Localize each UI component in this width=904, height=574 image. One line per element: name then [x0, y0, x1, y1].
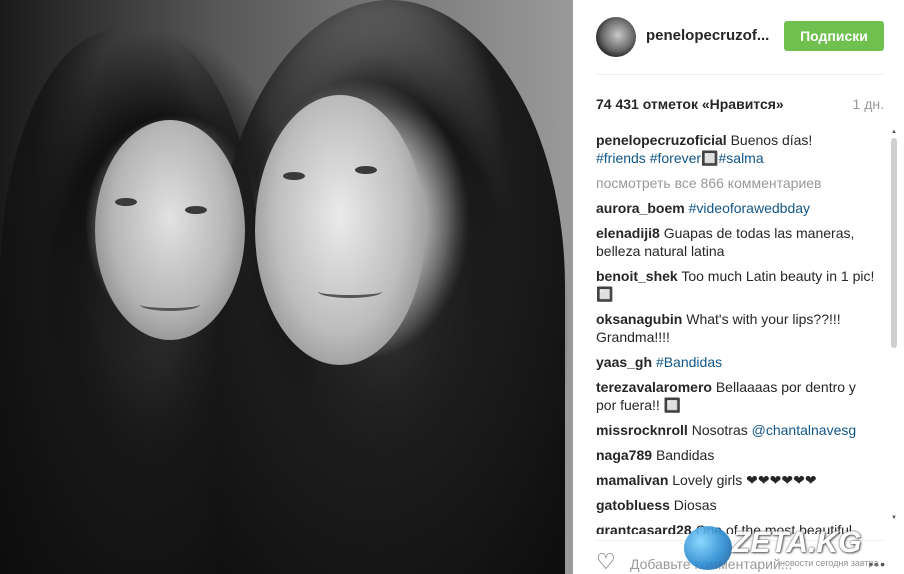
comment-item: aurora_boem #videoforawedbday	[596, 199, 876, 217]
photo-mouth	[318, 285, 382, 298]
divider	[596, 74, 884, 75]
photo-eye	[185, 206, 207, 214]
comment-item: mamalivan Lovely girls ❤❤❤❤❤❤	[596, 471, 876, 489]
comment-tag-link[interactable]: #videoforawedbday	[689, 200, 810, 216]
photo-face-right	[255, 95, 425, 365]
scroll-up-icon[interactable]: ▲	[890, 128, 898, 136]
likes-row: 74 431 отметок «Нравится» 1 дн.	[596, 96, 884, 112]
view-all-comments-link[interactable]: посмотреть все 866 комментариев	[596, 174, 876, 192]
watermark-logo: ZETA.KG новости сегодня завтра	[684, 522, 904, 574]
comment-username[interactable]: gatobluess	[596, 497, 670, 513]
scrollbar-thumb[interactable]	[891, 138, 897, 348]
comment-item: benoit_shek Too much Latin beauty in 1 p…	[596, 267, 876, 303]
comments-scrollbar[interactable]: ▲ ▼	[890, 128, 898, 528]
comment-item: oksanagubin What's with your lips??!!! G…	[596, 310, 876, 346]
watermark-sub: новости сегодня завтра	[780, 558, 879, 568]
hashtag-link[interactable]: #salma	[719, 150, 764, 166]
globe-icon	[684, 526, 732, 570]
heart-icon[interactable]: ♡	[596, 551, 620, 573]
missing-glyph: 🔲	[596, 286, 614, 302]
comment-text: Bandidas	[655, 447, 715, 463]
follow-button[interactable]: Подписки	[784, 21, 884, 51]
comment-username[interactable]: yaas_gh	[596, 354, 652, 370]
likes-count[interactable]: 74 431 отметок «Нравится»	[596, 96, 784, 112]
comment-username[interactable]: oksanagubin	[596, 311, 682, 327]
hashtag-link[interactable]: #friends	[596, 150, 646, 166]
comment-username[interactable]: elenadiji8	[596, 225, 660, 241]
caption-text: Buenos días!	[730, 132, 813, 148]
comment-username[interactable]: missrocknroll	[596, 422, 688, 438]
photo-eye	[115, 198, 137, 206]
comment-username[interactable]: naga789	[596, 447, 652, 463]
watermark-brand: ZETA.KG	[732, 526, 862, 559]
comment-text: Diosas	[673, 497, 717, 513]
post-header: penelopecruzof... Подписки	[573, 0, 904, 72]
scroll-down-icon[interactable]: ▼	[890, 514, 898, 522]
comment-text: Nosotras	[691, 422, 748, 438]
comment-item: gatobluess Diosas	[596, 496, 876, 514]
photo-mouth	[140, 298, 200, 311]
missing-glyph: 🔲	[663, 397, 682, 413]
caption-username[interactable]: penelopecruzoficial	[596, 132, 727, 148]
comment-text: Too much Latin beauty in 1 pic!	[681, 268, 875, 284]
comment-username[interactable]: mamalivan	[596, 472, 668, 488]
comment-item: terezavalaromero Bellaaaas por dentro y …	[596, 378, 876, 414]
hashtag-link[interactable]: #forever	[650, 150, 701, 166]
photo-eye	[355, 166, 377, 174]
missing-glyph: 🔲	[701, 150, 719, 166]
comment-username[interactable]: terezavalaromero	[596, 379, 712, 395]
comment-item: missrocknroll Nosotras @chantalnavesg	[596, 421, 876, 439]
avatar[interactable]	[596, 17, 636, 57]
comment-username[interactable]: grantcasard28	[596, 522, 692, 534]
post-photo[interactable]	[0, 0, 573, 574]
post-time[interactable]: 1 дн.	[853, 96, 884, 112]
post-username[interactable]: penelopecruzof...	[646, 27, 769, 44]
comment-item: elenadiji8 Guapas de todas las maneras, …	[596, 224, 876, 260]
post-side-panel: penelopecruzof... Подписки 74 431 отмето…	[573, 0, 904, 574]
comment-username[interactable]: benoit_shek	[596, 268, 678, 284]
comments-list: penelopecruzoficial Buenos días! #friend…	[596, 131, 876, 534]
photo-eye	[283, 172, 305, 180]
caption: penelopecruzoficial Buenos días! #friend…	[596, 131, 876, 167]
comment-item: yaas_gh #Bandidas	[596, 353, 876, 371]
comment-text: Lovely girls ❤❤❤❤❤❤	[672, 472, 817, 488]
comment-tag-link[interactable]: @chantalnavesg	[752, 422, 857, 438]
comment-username[interactable]: aurora_boem	[596, 200, 685, 216]
comment-item: naga789 Bandidas	[596, 446, 876, 464]
comment-tag-link[interactable]: #Bandidas	[656, 354, 722, 370]
